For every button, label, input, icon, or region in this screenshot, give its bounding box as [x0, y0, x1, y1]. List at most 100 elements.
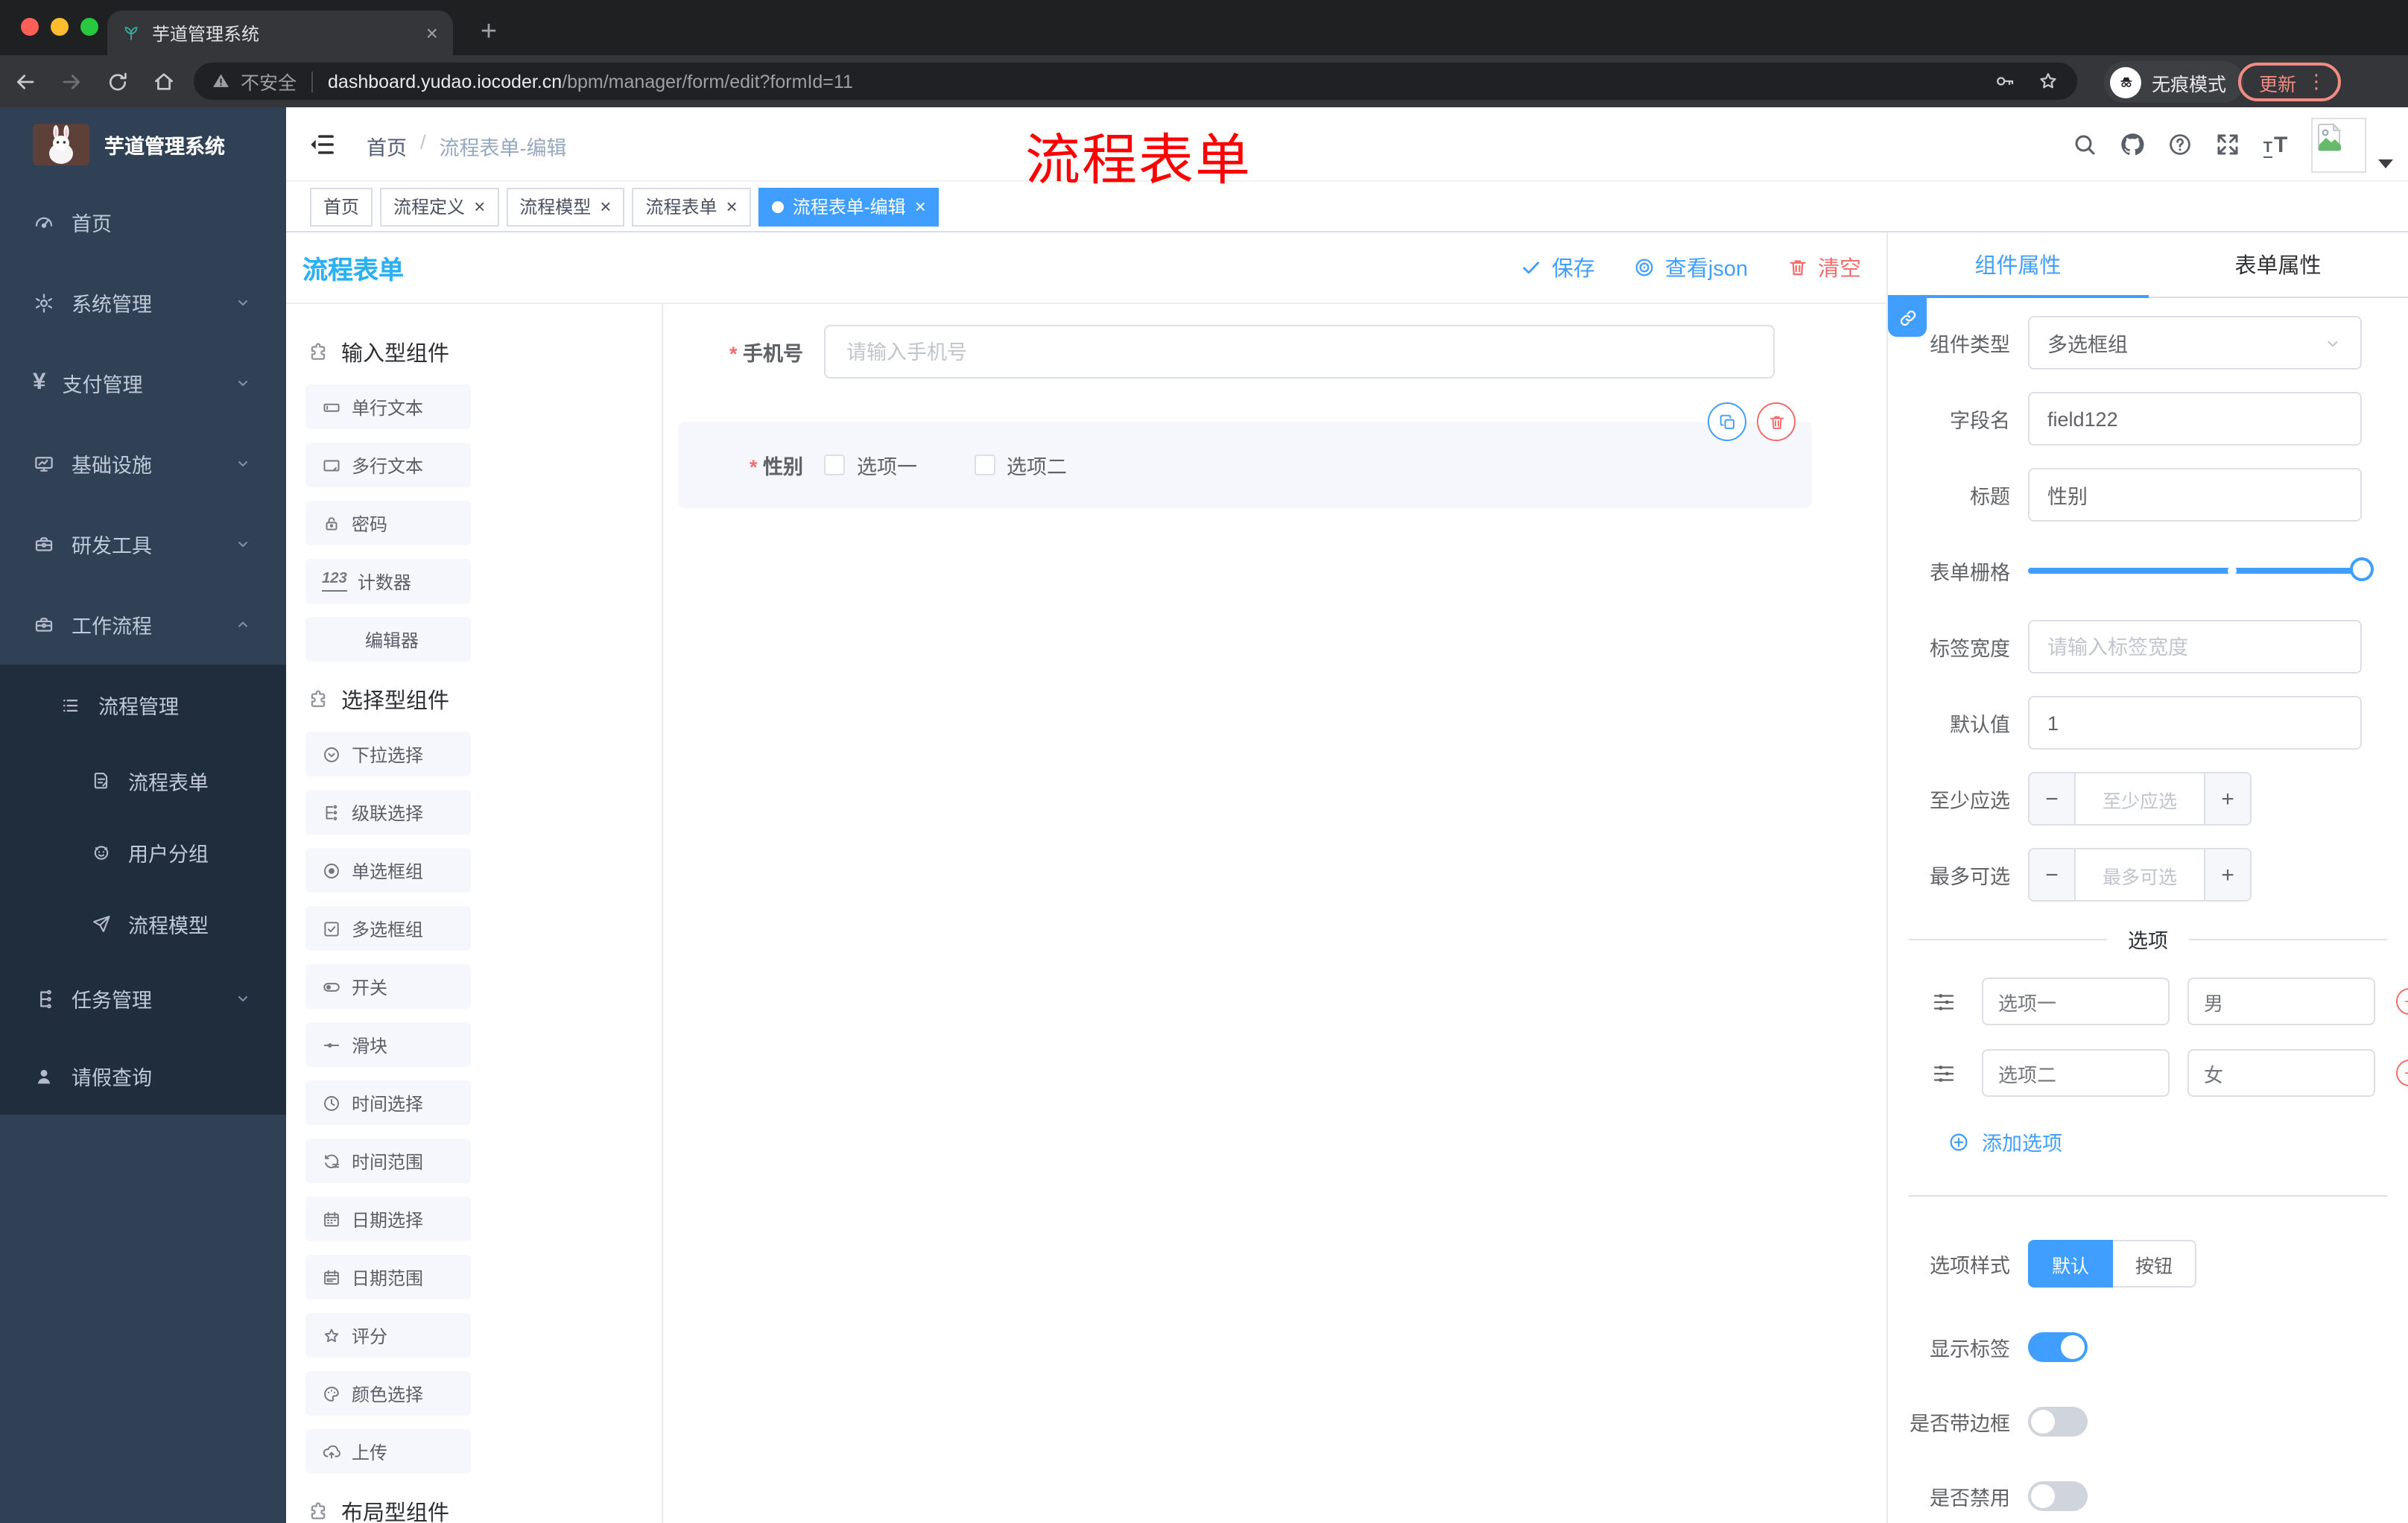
option-label-input[interactable] — [1982, 978, 2170, 1025]
label-width-input[interactable] — [2028, 620, 2362, 674]
palette-item[interactable]: 颜色选择 — [305, 1371, 471, 1416]
option-value-input[interactable] — [2187, 978, 2375, 1025]
browser-menu-icon[interactable]: ⋮ — [2307, 70, 2326, 94]
home-icon[interactable] — [143, 60, 185, 102]
sidebar-item-process-model[interactable]: 流程模型 — [0, 888, 286, 960]
view-json-button[interactable]: 查看json — [1634, 252, 1748, 283]
sidebar-logo[interactable]: 芋道管理系统 — [0, 107, 286, 182]
breadcrumb-home[interactable]: 首页 — [367, 131, 407, 161]
tag-process-form-edit[interactable]: 流程表单-编辑 × — [758, 187, 940, 226]
back-icon[interactable] — [4, 60, 46, 102]
palette-item[interactable]: 日期范围 — [305, 1255, 471, 1299]
palette-item[interactable]: 开关 — [305, 964, 471, 1009]
stepper-value[interactable]: 至少应选 — [2076, 773, 2204, 824]
clear-button[interactable]: 清空 — [1787, 252, 1861, 283]
sidebar-item-process-form[interactable]: 流程表单 — [0, 745, 286, 817]
github-icon[interactable] — [2108, 107, 2156, 182]
help-icon[interactable] — [2156, 107, 2204, 182]
palette-item[interactable]: 级联选择 — [305, 790, 471, 835]
tab-form-props[interactable]: 表单属性 — [2148, 232, 2408, 297]
sidebar-item-leave-query[interactable]: 请假查询 — [0, 1037, 286, 1115]
field-name-input[interactable] — [2028, 392, 2362, 446]
gender-option-1[interactable]: 选项一 — [824, 450, 917, 480]
stepper-plus-button[interactable]: + — [2204, 773, 2250, 824]
tab-component-props[interactable]: 组件属性 — [1888, 232, 2148, 297]
stepper-minus-button[interactable]: − — [2030, 773, 2076, 824]
with-border-toggle[interactable] — [2028, 1407, 2088, 1437]
link-badge[interactable] — [1888, 298, 1927, 337]
palette-item[interactable]: 下拉选择 — [305, 732, 471, 776]
component-type-select[interactable]: 多选框组 — [2028, 316, 2362, 370]
font-size-icon[interactable]: TT — [2252, 107, 2299, 182]
option-label-input[interactable] — [1982, 1049, 2170, 1097]
minimize-window-button[interactable] — [51, 18, 69, 36]
palette-item[interactable]: 多选框组 — [305, 906, 471, 951]
show-label-toggle[interactable] — [2028, 1332, 2088, 1362]
slider-handle[interactable] — [2350, 557, 2374, 581]
palette-item[interactable]: 上传 — [305, 1429, 471, 1474]
checkbox-icon[interactable] — [824, 455, 845, 475]
sidebar-item-payment[interactable]: ¥ 支付管理 — [0, 343, 286, 423]
tag-process-model[interactable]: 流程模型 × — [506, 187, 625, 226]
remove-option-button[interactable]: − — [2396, 1060, 2408, 1086]
save-button[interactable]: 保存 — [1521, 252, 1595, 283]
forward-icon[interactable] — [51, 60, 92, 102]
default-value-input[interactable] — [2028, 696, 2362, 750]
zoom-window-button[interactable] — [80, 18, 98, 36]
not-secure-label[interactable]: 不安全 — [241, 67, 297, 95]
palette-item[interactable]: 编辑器 — [305, 617, 471, 662]
title-input[interactable] — [2028, 468, 2362, 522]
tab-close-icon[interactable]: × — [426, 21, 438, 45]
phone-field-input[interactable] — [824, 325, 1775, 379]
style-button-button[interactable]: 按钮 — [2113, 1240, 2197, 1288]
palette-item[interactable]: 时间选择 — [305, 1080, 471, 1125]
palette-item[interactable]: 单行文本 — [305, 384, 471, 429]
sidebar-item-home[interactable]: 首页 — [0, 182, 286, 262]
checkbox-icon[interactable] — [974, 455, 995, 475]
sidebar-item-user-group[interactable]: 用户分组 — [0, 817, 286, 888]
option-value-input[interactable] — [2187, 1049, 2375, 1097]
tag-close-icon[interactable]: × — [600, 195, 611, 218]
delete-component-button[interactable] — [1757, 402, 1796, 441]
sidebar-item-system[interactable]: 系统管理 — [0, 262, 286, 343]
tag-close-icon[interactable]: × — [915, 195, 926, 218]
fullscreen-icon[interactable] — [2204, 107, 2252, 182]
stepper-minus-button[interactable]: − — [2030, 849, 2076, 900]
avatar[interactable] — [2311, 117, 2366, 172]
update-button[interactable]: 更新 ⋮ — [2238, 63, 2342, 101]
tag-close-icon[interactable]: × — [474, 195, 485, 218]
gender-option-2[interactable]: 选项二 — [974, 450, 1067, 480]
tag-home[interactable]: 首页 — [310, 187, 373, 226]
palette-item[interactable]: 密码 — [305, 501, 471, 545]
tag-process-def[interactable]: 流程定义 × — [380, 187, 499, 226]
palette-item[interactable]: 多行文本 — [305, 443, 471, 487]
remove-option-button[interactable]: − — [2396, 988, 2408, 1015]
tag-close-icon[interactable]: × — [726, 195, 738, 218]
gender-field-block-selected[interactable]: 性别 选项一 选项二 — [678, 402, 1812, 508]
new-tab-button[interactable]: + — [469, 13, 508, 52]
sidebar-collapse-icon[interactable] — [305, 130, 338, 159]
add-option-button[interactable]: 添加选项 — [1948, 1127, 2408, 1156]
palette-item[interactable]: 滑块 — [305, 1022, 471, 1067]
sidebar-item-process-mgmt[interactable]: 流程管理 — [0, 665, 307, 745]
key-icon[interactable] — [1994, 70, 2016, 92]
sidebar-item-task-mgmt[interactable]: 任务管理 — [0, 960, 286, 1037]
bookmark-star-icon[interactable] — [2037, 70, 2059, 92]
disabled-toggle[interactable] — [2028, 1481, 2088, 1511]
reload-icon[interactable] — [97, 60, 139, 102]
address-bar[interactable]: 不安全 dashboard.yudao.iocoder.cn/bpm/manag… — [194, 63, 2077, 100]
stepper-value[interactable]: 最多可选 — [2076, 849, 2204, 900]
copy-component-button[interactable] — [1708, 402, 1746, 441]
avatar-caret-icon[interactable] — [2378, 159, 2393, 168]
browser-tab[interactable]: 芋道管理系统 × — [107, 10, 453, 55]
stepper-plus-button[interactable]: + — [2204, 849, 2250, 900]
sidebar-item-devtools[interactable]: 研发工具 — [0, 504, 286, 584]
form-grid-slider[interactable] — [2028, 557, 2374, 581]
palette-item[interactable]: 日期选择 — [305, 1197, 471, 1241]
style-default-button[interactable]: 默认 — [2028, 1240, 2114, 1288]
phone-field-row[interactable]: 手机号 — [663, 325, 1886, 379]
palette-item[interactable]: 123 计数器 — [305, 559, 471, 604]
tag-process-form[interactable]: 流程表单 × — [632, 187, 751, 226]
palette-item[interactable]: 时间范围 — [305, 1139, 471, 1183]
palette-item[interactable]: 单选框组 — [305, 848, 471, 893]
